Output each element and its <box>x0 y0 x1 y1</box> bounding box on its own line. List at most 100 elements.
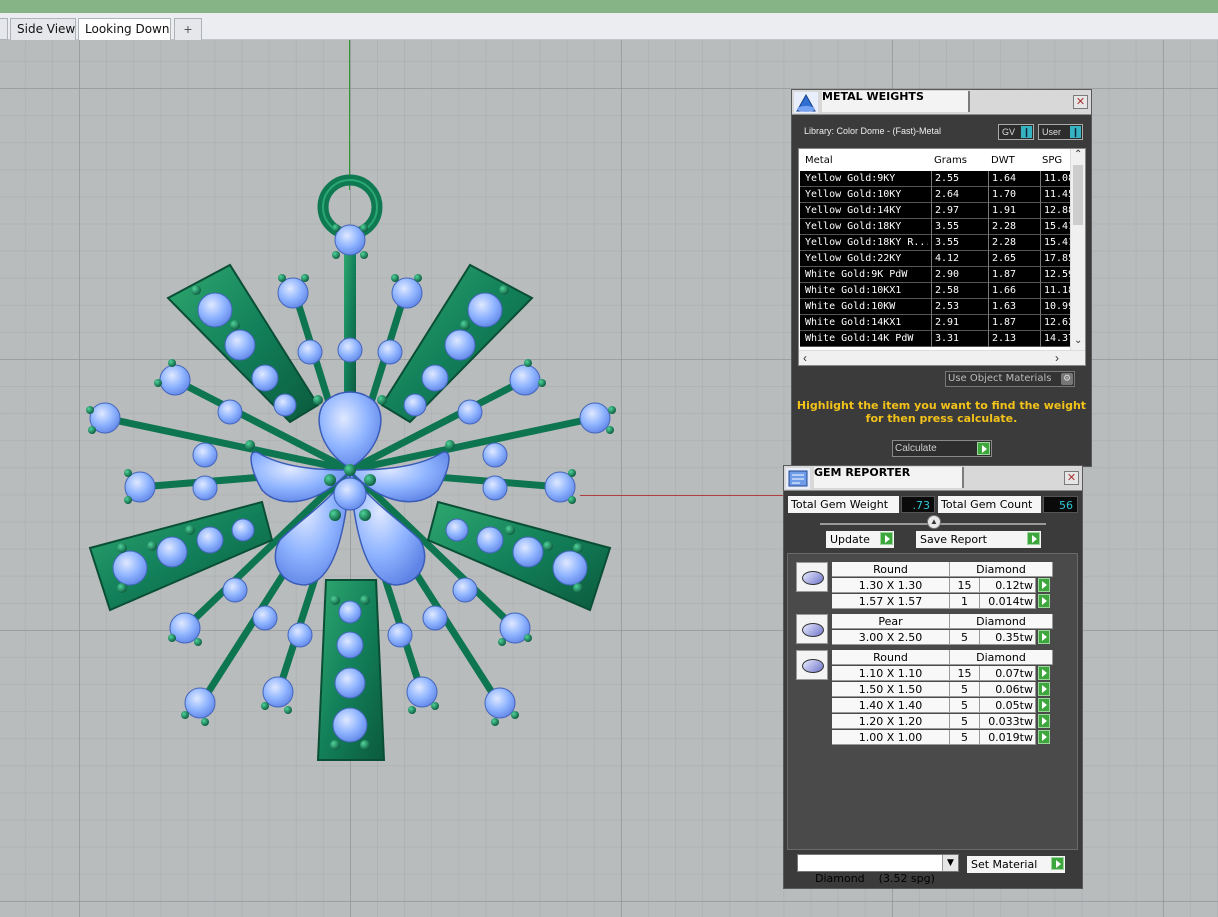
metal-table[interactable]: Metal Grams DWT SPG Yellow Gold:9KY 2.55 1… <box>798 148 1086 366</box>
gem-shape-label: Round <box>832 562 950 577</box>
chevron-down-icon[interactable]: ▼ <box>942 855 958 871</box>
gem-reporter-logo-icon <box>786 468 810 489</box>
gem-weight-cell: 0.019tw <box>980 730 1036 745</box>
material-select[interactable]: Diamond (3.52 spg) ▼ <box>797 854 959 885</box>
table-cell: 1.91 <box>988 203 1040 219</box>
save-report-label: Save Report <box>920 533 987 546</box>
close-icon[interactable]: ✕ <box>1073 95 1088 109</box>
scroll-up-icon[interactable]: ⌃ <box>1074 149 1082 160</box>
tab-looking-down[interactable]: Looking Down <box>78 18 171 41</box>
total-gem-weight-value: .73 <box>901 496 935 513</box>
gem-size-cell: 1.30 X 1.30 <box>832 578 950 593</box>
table-cell: Yellow Gold:9KY <box>805 173 896 184</box>
gem-qty-cell: 5 <box>950 714 980 729</box>
gem-size-cell: 1.40 X 1.40 <box>832 698 950 713</box>
metal-weights-title: METAL WEIGHTS <box>822 91 970 112</box>
gem-reporter-titlebar[interactable]: GEM REPORTER ✕ <box>784 466 1082 491</box>
hint-line-1: Highlight the item you want to find the … <box>796 399 1087 412</box>
table-row[interactable]: White Gold:9K PdW 2.90 1.87 12.59 <box>800 267 1074 283</box>
gv-toggle[interactable]: GV ❙ <box>998 124 1034 140</box>
col-grams[interactable]: Grams <box>934 155 967 166</box>
table-cell: 3.55 <box>931 235 983 251</box>
gear-icon: ⚙ <box>1061 373 1073 385</box>
table-cell: 2.90 <box>931 267 983 283</box>
table-cell: White Gold:14K PdW <box>805 333 914 344</box>
close-icon[interactable]: ✕ <box>1064 471 1079 485</box>
user-toggle[interactable]: User ❙ <box>1038 124 1083 140</box>
gem-size-cell: 1.50 X 1.50 <box>832 682 950 697</box>
slider-knob-icon[interactable]: ▲ <box>927 515 941 529</box>
table-row[interactable]: Yellow Gold:10KY 2.64 1.70 11.45 <box>800 187 1074 203</box>
gem-shape-icon[interactable] <box>796 562 828 592</box>
table-cell: 2.13 <box>988 331 1040 347</box>
gem-material-label: Diamond <box>950 614 1053 629</box>
table-row[interactable]: Yellow Gold:22KY 4.12 2.65 17.85 <box>800 251 1074 267</box>
metal-table-vscroll[interactable]: ⌃ ⌄ <box>1070 149 1085 350</box>
table-cell: White Gold:14KX1 <box>805 317 902 328</box>
table-row[interactable]: Yellow Gold:18KY 3.55 2.28 15.41 <box>800 219 1074 235</box>
scroll-down-icon[interactable]: ⌄ <box>1074 335 1082 346</box>
gem-material-label: Diamond <box>950 562 1053 577</box>
table-cell: 1.63 <box>988 299 1040 315</box>
metal-weights-titlebar[interactable]: METAL WEIGHTS ✕ <box>792 90 1091 115</box>
table-cell: 2.58 <box>931 283 983 299</box>
select-gems-arrow-icon[interactable] <box>1038 594 1050 608</box>
metal-table-hscroll[interactable]: ‹ › <box>799 350 1085 365</box>
gem-weight-cell: 0.35tw <box>980 630 1036 645</box>
add-tab-icon[interactable]: + <box>174 18 202 40</box>
select-gems-arrow-icon[interactable] <box>1038 666 1050 680</box>
total-gem-count-label: Total Gem Count <box>938 496 1041 513</box>
table-row[interactable]: Yellow Gold:18KY R... 3.55 2.28 15.41 <box>800 235 1074 251</box>
col-spg[interactable]: SPG <box>1042 155 1062 166</box>
table-cell: 2.64 <box>931 187 983 203</box>
scroll-thumb[interactable] <box>1073 165 1083 225</box>
select-gems-arrow-icon[interactable] <box>1038 682 1050 696</box>
gem-size-cell: 3.00 X 2.50 <box>832 630 950 645</box>
pendant-model[interactable] <box>0 40 790 917</box>
table-row[interactable]: Yellow Gold:14KY 2.97 1.91 12.88 <box>800 203 1074 219</box>
col-dwt[interactable]: DWT <box>991 155 1015 166</box>
hint-line-2: for then press calculate. <box>865 412 1018 425</box>
scroll-left-icon[interactable]: ‹ <box>803 351 807 365</box>
tab-scroll-left[interactable] <box>0 18 8 40</box>
use-object-materials-checkbox[interactable]: Use Object Materials ⚙ <box>945 371 1075 387</box>
table-cell: 3.55 <box>931 219 983 235</box>
table-cell: 4.12 <box>931 251 983 267</box>
select-gems-arrow-icon[interactable] <box>1038 698 1050 712</box>
table-row[interactable]: White Gold:14K PdW 3.31 2.13 14.37 <box>800 331 1074 347</box>
total-gem-count-value: 56 <box>1043 496 1078 513</box>
gem-weight-cell: 0.014tw <box>980 594 1036 609</box>
update-button[interactable]: Update <box>826 531 894 548</box>
tab-side-view[interactable]: Side View <box>10 18 76 40</box>
table-cell: 2.28 <box>988 219 1040 235</box>
calculate-label: Calculate <box>895 443 937 454</box>
table-row[interactable]: White Gold:14KX1 2.91 1.87 12.62 <box>800 315 1074 331</box>
select-gems-arrow-icon[interactable] <box>1038 578 1050 592</box>
gem-shape-label: Pear <box>832 614 950 629</box>
select-gems-arrow-icon[interactable] <box>1038 714 1050 728</box>
select-gems-arrow-icon[interactable] <box>1038 630 1050 644</box>
set-material-button[interactable]: Set Material <box>967 856 1065 873</box>
gem-qty-cell: 15 <box>950 578 980 593</box>
metal-table-header: Metal Grams DWT SPG <box>799 149 1071 171</box>
play-arrow-icon <box>1027 532 1040 545</box>
gem-shape-icon[interactable] <box>796 614 828 644</box>
calculate-button[interactable]: Calculate <box>892 440 992 457</box>
play-arrow-icon <box>977 442 990 455</box>
user-toggle-knob-icon: ❙ <box>1070 126 1081 138</box>
save-report-button[interactable]: Save Report <box>916 531 1041 548</box>
table-row[interactable]: White Gold:10KW 2.53 1.63 10.99 <box>800 299 1074 315</box>
table-row[interactable]: Yellow Gold:9KY 2.55 1.64 11.08 <box>800 171 1074 187</box>
library-label: Library: Color Dome - (Fast)-Metal <box>804 126 942 136</box>
scroll-right-icon[interactable]: › <box>1055 351 1059 365</box>
col-metal[interactable]: Metal <box>805 155 833 166</box>
table-cell: 1.66 <box>988 283 1040 299</box>
table-cell: White Gold:9K PdW <box>805 269 908 280</box>
table-row[interactable]: White Gold:10KX1 2.58 1.66 11.18 <box>800 283 1074 299</box>
select-gems-arrow-icon[interactable] <box>1038 730 1050 744</box>
table-cell: White Gold:10KW <box>805 301 896 312</box>
gem-shape-icon[interactable] <box>796 650 828 680</box>
gem-qty-cell: 5 <box>950 698 980 713</box>
user-toggle-label: User <box>1042 127 1062 137</box>
table-cell: 2.97 <box>931 203 983 219</box>
